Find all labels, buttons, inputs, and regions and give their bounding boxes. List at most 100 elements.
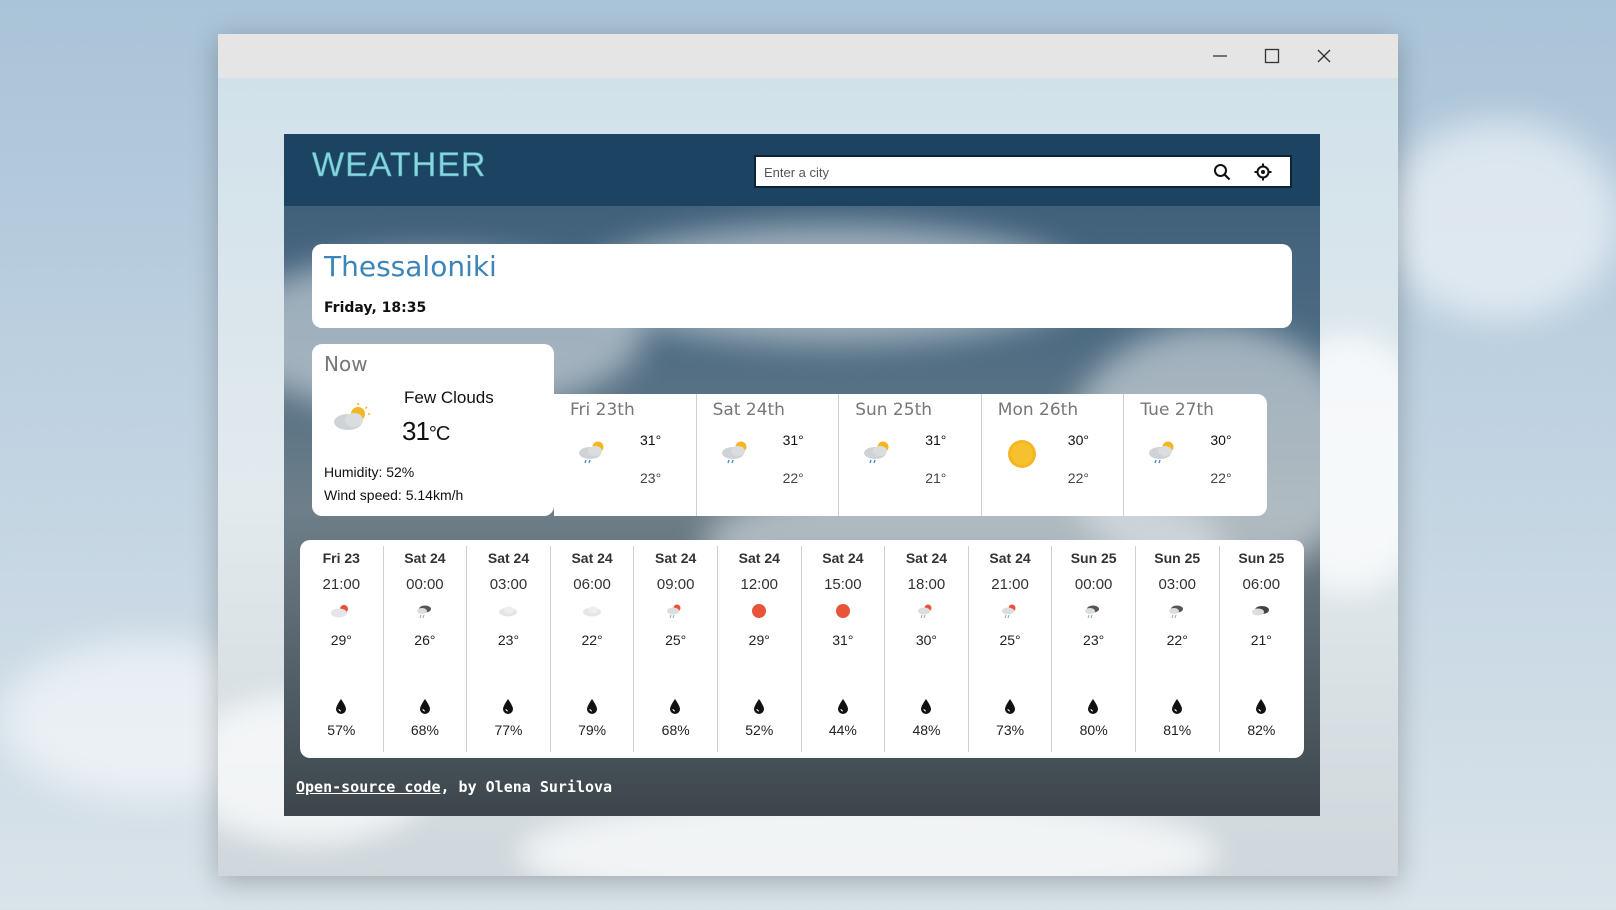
raindrop-icon	[1004, 698, 1016, 719]
city-name: Thessaloniki	[324, 250, 497, 283]
search-bar	[754, 155, 1292, 188]
current-location-button[interactable]	[1251, 161, 1275, 183]
app-header: WEATHER	[284, 134, 1320, 206]
hour-temp: 29°	[330, 632, 352, 648]
cloud-icon	[496, 602, 520, 625]
day-max-temp: 31°	[925, 432, 947, 448]
temp-unit-toggle[interactable]: °C	[429, 423, 450, 445]
rain-sun-cloud-icon	[719, 438, 753, 470]
city-card: Thessaloniki Friday, 18:35	[312, 244, 1292, 328]
hour-temp: 21°	[1250, 632, 1272, 648]
hourly-forecast-item: Sun 25 06:00 21° 82%	[1220, 546, 1304, 752]
title-bar	[218, 34, 1398, 78]
hourly-forecast-item: Sat 24 09:00 25° 68%	[634, 546, 718, 752]
hour-time: 12:00	[740, 576, 779, 593]
hour-temp: 25°	[665, 632, 687, 648]
daily-forecast-item: Sat 24th 31° 22°	[697, 394, 840, 516]
hourly-forecast: Fri 23 21:00 29° 57% Sat 24 00:00 26° 68…	[300, 540, 1304, 758]
hour-day: Sun 25	[1070, 550, 1117, 566]
hour-time: 03:00	[489, 576, 528, 593]
weather-app: WEATHER Enter a city Thessaloniki Friday…	[284, 134, 1320, 816]
raindrop-icon	[335, 698, 347, 719]
day-min-temp: 22°	[782, 470, 804, 486]
daily-forecast-item: Fri 23th 31° 23°	[554, 394, 697, 516]
footer-author: , by Olena Surilova	[440, 778, 613, 796]
hourly-forecast-item: Sat 24 18:00 30° 48%	[885, 546, 969, 752]
search-icon	[1214, 164, 1231, 181]
hour-rain-chance: 81%	[1163, 722, 1192, 738]
hourly-forecast-item: Sat 24 00:00 26° 68%	[384, 546, 468, 752]
now-temperature: 31°C	[402, 416, 450, 447]
hourly-forecast-item: Sat 24 21:00 25° 73%	[969, 546, 1053, 752]
rain-cloud-icon	[1081, 602, 1105, 625]
hour-time: 18:00	[907, 576, 946, 593]
dark-cloud-icon	[1249, 602, 1273, 625]
day-min-temp: 23°	[640, 470, 662, 486]
raindrop-icon	[1087, 698, 1099, 719]
sun-icon	[747, 602, 771, 625]
hour-day: Sun 25	[1154, 550, 1201, 566]
maximize-button[interactable]	[1246, 34, 1298, 78]
hour-temp: 29°	[748, 632, 770, 648]
raindrop-icon	[920, 698, 932, 719]
hour-temp: 22°	[1166, 632, 1188, 648]
city-search-input[interactable]	[764, 161, 1184, 183]
close-icon	[1317, 49, 1331, 63]
now-humidity: Humidity: 52%	[324, 464, 415, 480]
rain-sun-icon	[914, 602, 938, 625]
hour-time: 09:00	[656, 576, 695, 593]
day-name: Sun 25th	[855, 400, 933, 420]
open-source-link[interactable]: Open-source code	[296, 778, 441, 796]
day-max-temp: 31°	[640, 432, 662, 448]
rain-cloud-icon	[413, 602, 437, 625]
now-description: Few Clouds	[404, 388, 494, 407]
hour-time: 21:00	[322, 576, 361, 593]
day-min-temp: 22°	[1210, 470, 1232, 486]
minimize-button[interactable]	[1194, 34, 1246, 78]
hour-temp: 30°	[915, 632, 938, 648]
rain-sun-cloud-icon	[576, 438, 610, 470]
minimize-icon	[1213, 55, 1227, 57]
hour-rain-chance: 77%	[494, 722, 523, 738]
day-min-temp: 22°	[1067, 470, 1089, 486]
cloud-icon	[580, 602, 604, 625]
rain-sun-cloud-icon	[861, 438, 895, 470]
hour-temp: 22°	[581, 632, 603, 648]
hour-day: Sat 24	[738, 550, 780, 566]
hourly-forecast-item: Sun 25 00:00 23° 80%	[1052, 546, 1136, 752]
hour-day: Sat 24	[487, 550, 530, 566]
now-wind-speed: Wind speed: 5.14km/h	[324, 487, 464, 503]
few-clouds-icon	[330, 402, 374, 438]
sun-icon	[831, 602, 855, 625]
raindrop-icon	[837, 698, 849, 719]
hourly-forecast-item: Sat 24 06:00 22° 79%	[551, 546, 635, 752]
location-crosshair-icon	[1254, 163, 1272, 181]
hour-day: Sun 25	[1238, 550, 1285, 566]
hour-day: Sat 24	[989, 550, 1031, 566]
day-max-temp: 31°	[782, 432, 804, 448]
hour-rain-chance: 79%	[578, 722, 607, 738]
day-min-temp: 21°	[925, 470, 947, 486]
close-button[interactable]	[1298, 34, 1350, 78]
hour-rain-chance: 68%	[410, 722, 439, 738]
sun-icon	[1006, 438, 1038, 474]
raindrop-icon	[669, 698, 681, 719]
raindrop-icon	[1171, 698, 1183, 719]
day-name: Fri 23th	[570, 400, 635, 420]
hour-time: 03:00	[1158, 576, 1196, 593]
footer: Open-source code, by Olena Surilova	[296, 778, 612, 796]
app-window: WEATHER Enter a city Thessaloniki Friday…	[218, 34, 1398, 876]
hourly-forecast-item: Sat 24 15:00 31° 44%	[802, 546, 886, 752]
hourly-forecast-item: Sat 24 03:00 23° 77%	[467, 546, 551, 752]
hourly-forecast-item: Fri 23 21:00 29° 57%	[300, 546, 384, 752]
hour-rain-chance: 48%	[912, 722, 941, 738]
hour-day: Sat 24	[905, 550, 948, 566]
hourly-forecast-item: Sat 24 12:00 29° 52%	[718, 546, 802, 752]
day-name: Sat 24th	[712, 400, 785, 420]
daily-forecast-item: Sun 25th 31° 21°	[839, 394, 982, 516]
daily-forecast: Fri 23th 31° 23° Sat 24th 31° 22° Sun 25…	[554, 394, 1267, 516]
hour-rain-chance: 80%	[1079, 722, 1108, 738]
hour-day: Sat 24	[404, 550, 446, 566]
day-name: Tue 27th	[1140, 400, 1214, 420]
search-button[interactable]	[1210, 161, 1234, 183]
